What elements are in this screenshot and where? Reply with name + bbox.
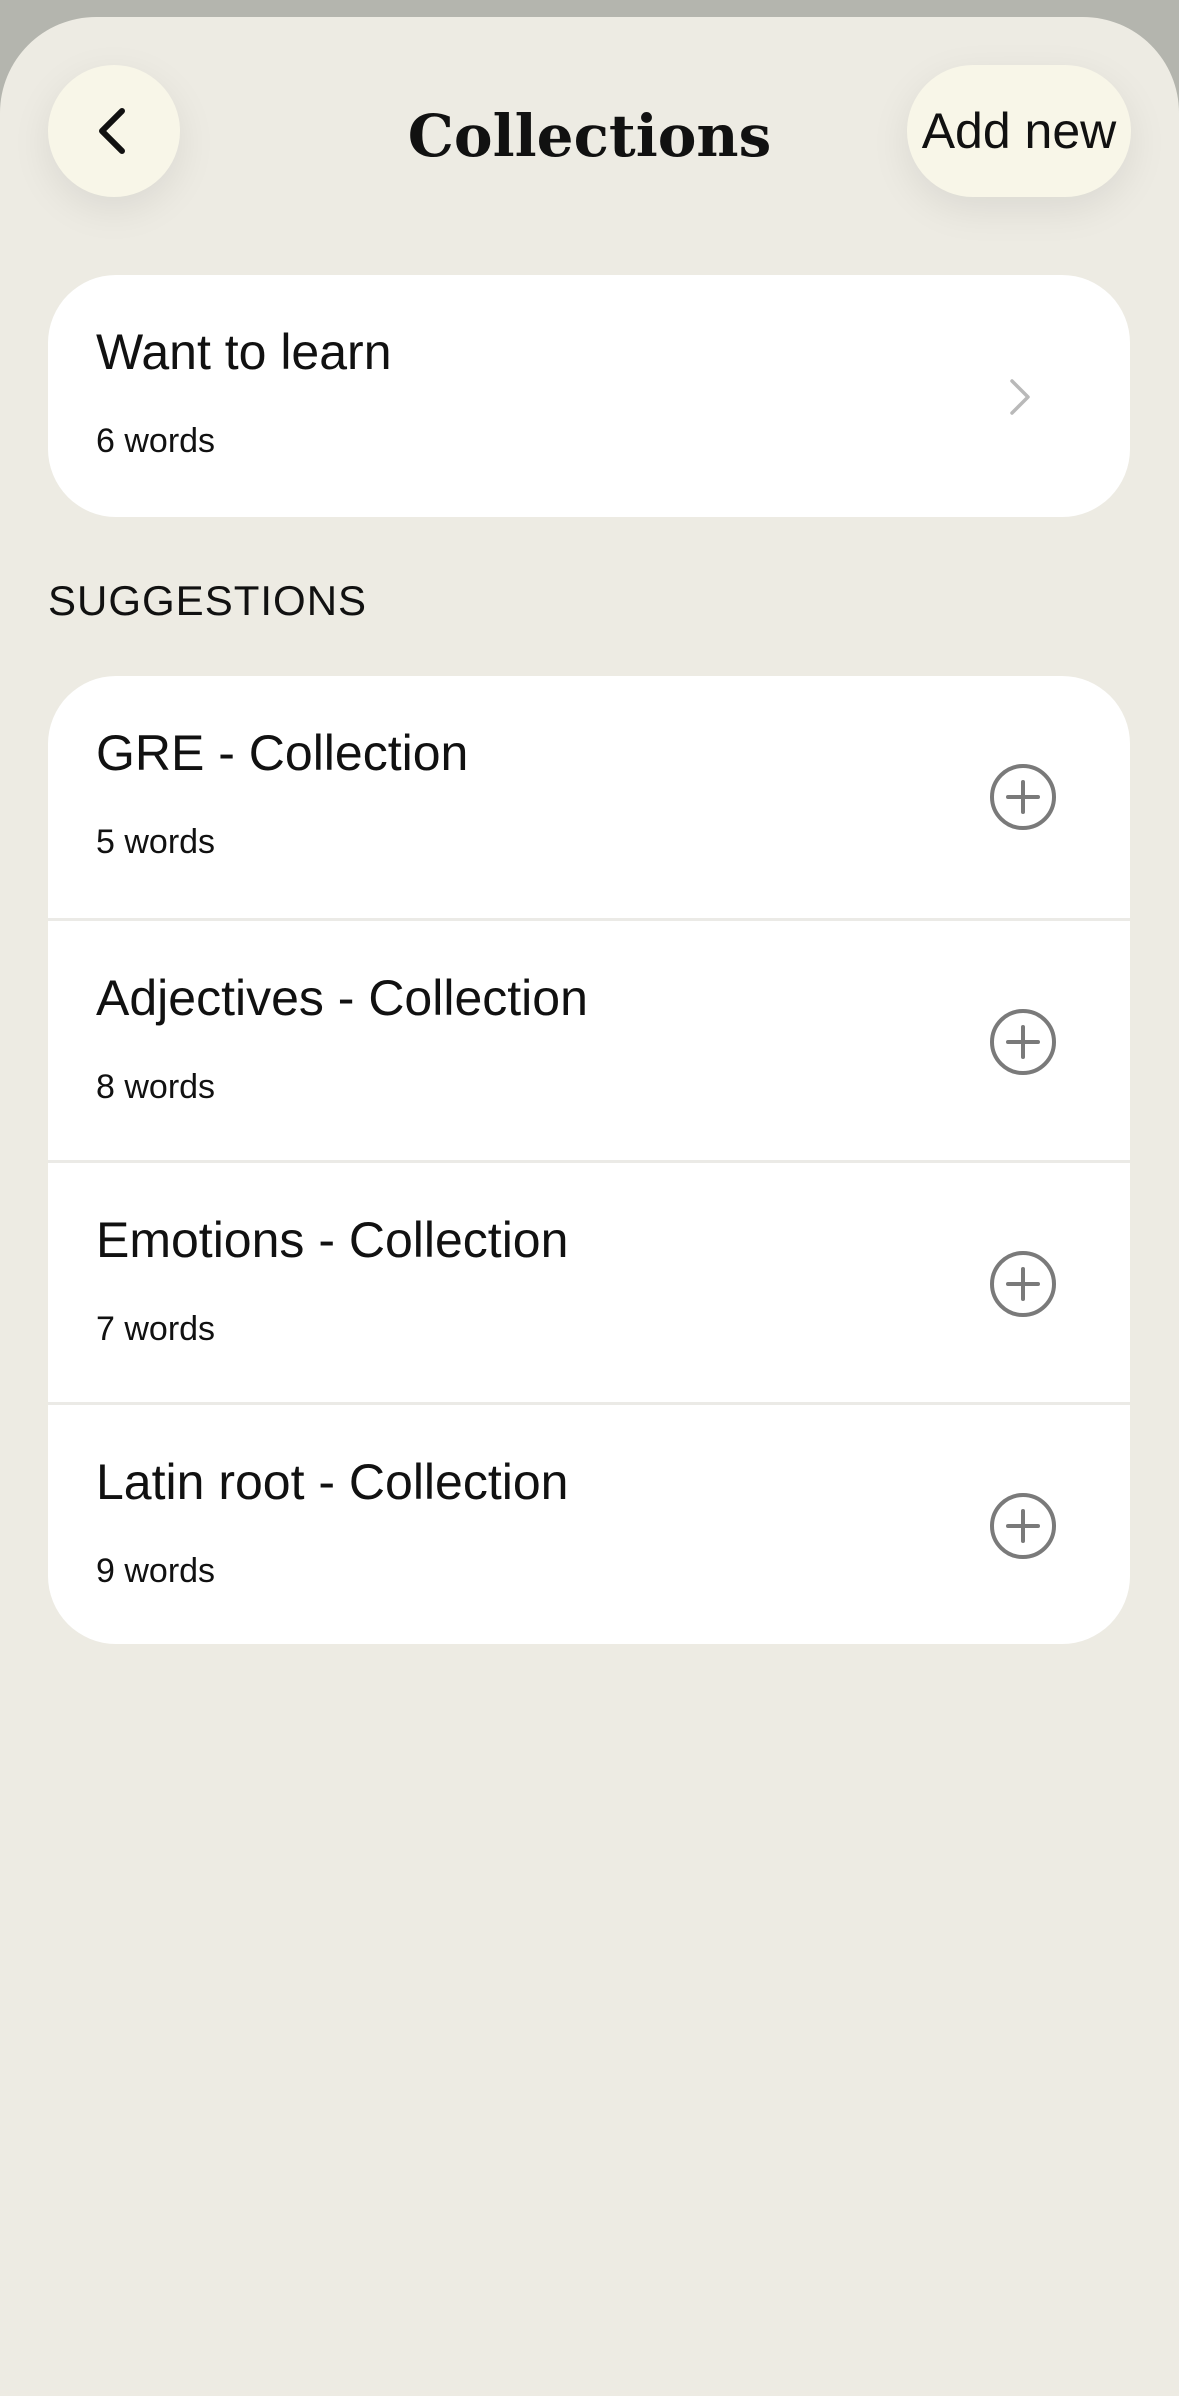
app-screen: Collections Add new Want to learn 6 word… [0,17,1179,2396]
suggestion-title: GRE - Collection [96,725,469,781]
suggestion-word-count: 5 words [96,823,216,861]
collection-title: Want to learn [96,324,392,380]
suggestion-word-count: 7 words [96,1310,216,1348]
add-circle-icon[interactable] [988,1007,1058,1077]
suggestions-card: GRE - Collection 5 words Adjectives - Co… [48,676,1130,1644]
suggestion-row-emotions[interactable]: Emotions - Collection 7 words [48,1160,1130,1402]
add-circle-icon[interactable] [988,762,1058,832]
suggestion-title: Adjectives - Collection [96,970,588,1026]
collection-row-want-to-learn[interactable]: Want to learn 6 words [48,275,1130,517]
header: Collections Add new [0,17,1179,217]
add-new-button[interactable]: Add new [907,65,1131,197]
suggestion-row-latin-root[interactable]: Latin root - Collection 9 words [48,1402,1130,1644]
suggestion-title: Emotions - Collection [96,1212,569,1268]
add-circle-icon[interactable] [988,1249,1058,1319]
suggestion-word-count: 8 words [96,1068,216,1106]
chevron-right-icon [1010,379,1030,415]
my-collections-card: Want to learn 6 words [48,275,1130,517]
add-circle-icon[interactable] [988,1491,1058,1561]
suggestion-row-adjectives[interactable]: Adjectives - Collection 8 words [48,918,1130,1160]
suggestion-word-count: 9 words [96,1552,216,1590]
suggestion-title: Latin root - Collection [96,1454,569,1510]
suggestion-row-gre[interactable]: GRE - Collection 5 words [48,676,1130,918]
collection-word-count: 6 words [96,422,216,460]
suggestions-heading: SUGGESTIONS [48,577,368,624]
